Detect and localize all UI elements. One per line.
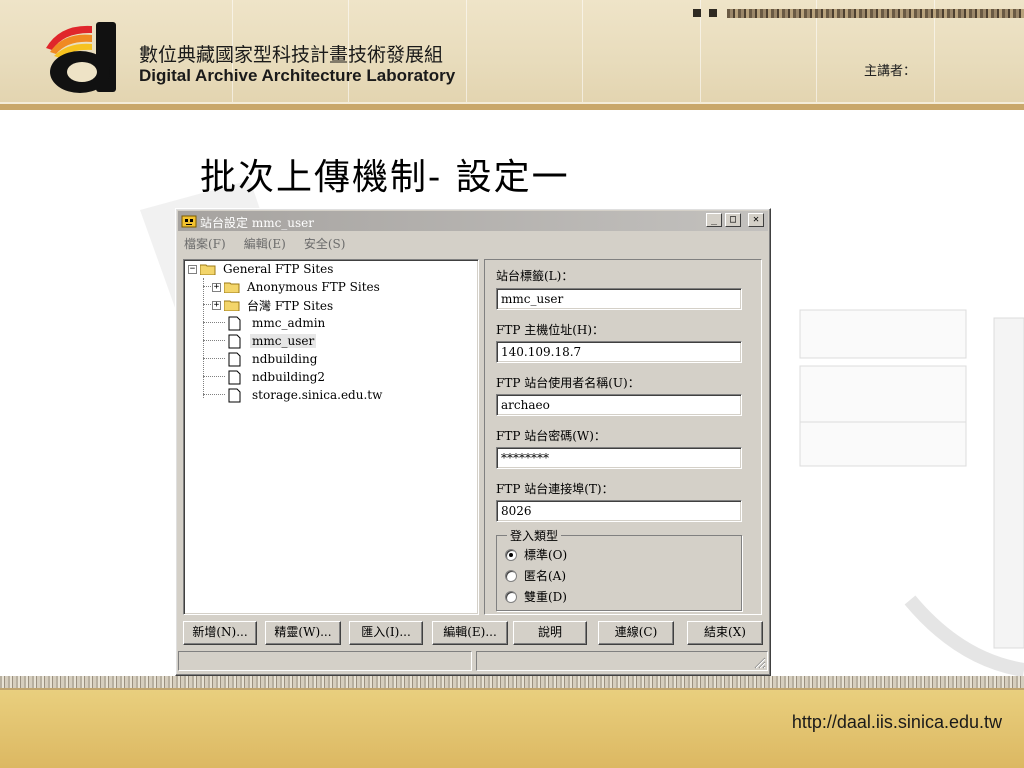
tree-label: ndbuilding [252,352,318,366]
daal-logo-icon [46,22,116,93]
tree-item-site[interactable]: ndbuilding2 [228,368,327,386]
menu-bar: 檔案(F) 編輯(E) 安全(S) [182,233,361,253]
window-title: 站台設定 mmc_user [200,216,315,230]
tree-label: ndbuilding2 [252,370,326,384]
site-document-icon [228,352,241,366]
radio-label: 匿名(A) [524,569,567,583]
folder-icon [224,300,240,311]
site-label-input[interactable]: mmc_user [496,288,742,310]
connect-button[interactable]: 連線(C) [598,621,674,645]
site-settings-window: 站台設定 mmc_user _ □ ✕ 檔案(F) 編輯(E) 安全(S) − Ge… [175,208,771,676]
tree-item-site-selected[interactable]: mmc_user [228,332,317,350]
resize-grip-icon[interactable] [754,657,766,669]
radio-standard[interactable]: 標準(O) [505,546,567,563]
slide-title: 批次上傳機制- 設定一 [200,157,570,198]
port-input[interactable]: 8026 [496,500,742,522]
host-input[interactable]: 140.109.18.7 [496,341,742,363]
menu-security[interactable]: 安全(S) [302,233,348,254]
import-button[interactable]: 匯入(I)... [349,621,423,645]
radio-anonymous[interactable]: 匿名(A) [505,567,566,584]
wizard-button[interactable]: 精靈(W)... [265,621,341,645]
status-panel-left [178,651,472,671]
host-label: FTP 主機位址(H)： [496,323,605,337]
username-input[interactable]: archaeo [496,394,742,416]
radio-label: 雙重(D) [524,590,567,604]
tree-label: storage.sinica.edu.tw [252,388,383,402]
menu-edit[interactable]: 編輯(E) [242,233,288,254]
collapse-icon[interactable]: − [188,264,197,274]
password-label: FTP 站台密碼(W)： [496,429,606,443]
site-document-icon [228,334,241,348]
background-panels [799,309,1024,677]
expand-icon[interactable]: + [212,300,221,310]
radio-dual[interactable]: 雙重(D) [505,588,567,605]
tree-label: Anonymous FTP Sites [247,280,380,294]
header-square-icon [709,9,717,17]
site-label-label: 站台標籤(L)： [496,269,574,283]
minimize-button[interactable]: _ [706,213,722,227]
radio-icon[interactable] [505,569,517,582]
footer-stripe [0,676,1024,688]
header-texture-bar [727,9,1024,18]
username-label: FTP 站台使用者名稱(U)： [496,376,640,390]
tree-item-taiwan-ftp-sites[interactable]: + 台灣 FTP Sites [212,296,335,314]
maximize-button[interactable]: □ [725,213,741,227]
window-titlebar[interactable]: 站台設定 mmc_user _ □ ✕ [178,211,768,231]
tree-label: mmc_admin [252,316,326,330]
new-button[interactable]: 新增(N)... [183,621,257,645]
tree-label: 台灣 FTP Sites [247,298,334,313]
site-tree[interactable]: − General FTP Sites + Anonymous FTP Site… [183,259,479,615]
tree-item-anonymous-ftp-sites[interactable]: + Anonymous FTP Sites [212,278,382,296]
site-document-icon [228,370,241,384]
folder-open-icon [200,264,216,275]
tree-label: mmc_user [250,334,317,348]
speaker-label: 主講者： [864,64,917,79]
site-properties-panel: 站台標籤(L)： mmc_user FTP 主機位址(H)： 140.109.1… [484,259,762,615]
menu-file[interactable]: 檔案(F) [182,233,228,254]
status-panel-right [476,651,768,671]
tree-label: General FTP Sites [223,262,334,276]
login-type-legend: 登入類型 [507,527,562,544]
tree-item-site[interactable]: mmc_admin [228,314,327,332]
close-button[interactable]: ✕ [748,213,764,227]
tree-root-general-ftp-sites[interactable]: − General FTP Sites [188,260,335,278]
password-input[interactable]: ******** [496,447,742,469]
radio-label: 標準(O) [524,548,568,562]
header-square-icon [693,9,701,17]
org-name-zh: 數位典藏國家型科技計畫技術發展組 [139,44,444,66]
help-button[interactable]: 說明 [513,621,587,645]
site-document-icon [228,316,241,330]
folder-icon [224,282,240,293]
footer-url: http://daal.iis.sinica.edu.tw [791,712,1002,732]
radio-icon[interactable] [505,590,517,603]
org-name-en: Digital Archive Architecture Laboratory [139,66,456,85]
status-bar [178,651,768,671]
port-label: FTP 站台連接埠(T)： [496,482,614,496]
expand-icon[interactable]: + [212,282,221,292]
edit-button[interactable]: 編輯(E)... [432,621,508,645]
tree-item-site[interactable]: storage.sinica.edu.tw [228,386,384,404]
exit-button[interactable]: 結束(X) [687,621,763,645]
site-document-icon [228,388,241,402]
radio-selected-icon[interactable] [505,548,517,561]
ftp-app-icon [181,215,197,228]
login-type-group: 登入類型 標準(O) 匿名(A) 雙重(D) [496,527,742,611]
tree-item-site[interactable]: ndbuilding [228,350,319,368]
